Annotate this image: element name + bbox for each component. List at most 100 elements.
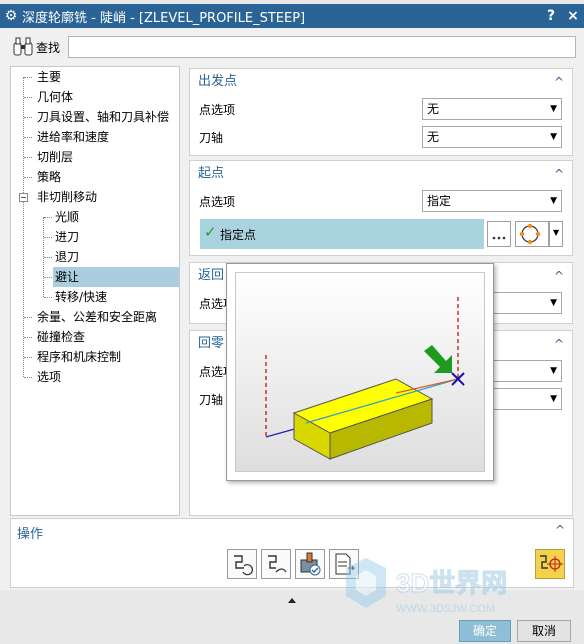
tree-item-main[interactable]: 主要 [37,67,61,87]
replay-button[interactable] [261,549,291,579]
tree-item-cut-levels[interactable]: 切削层 [37,147,73,167]
expand-triangle-icon[interactable] [286,596,298,604]
tree-item-stock-tolerance[interactable]: 余量、公差和安全距离 [37,307,157,327]
title-bar[interactable]: ⚙ 深度轮廓铣 - 陡峭 - [ZLEVEL_PROFILE_STEEP] ? … [0,4,584,28]
tree-branch [24,157,32,158]
watermark-logo: 3D世界网 WWW.3DSJW.COM [346,558,508,615]
search-input[interactable] [68,36,576,58]
watermark-text: 3D世界网 [396,568,507,598]
departure-point-option-row: 点选项 无 ▼ [190,95,572,123]
tree-item-retract[interactable]: 退刀 [55,247,79,267]
window-title: 深度轮廓铣 - 陡峭 - [ZLEVEL_PROFILE_STEEP] [22,10,306,26]
tree-branch [24,357,32,358]
chevron-down-icon: ▼ [550,104,557,114]
tree-branch [44,257,52,258]
tree-item-engage[interactable]: 进刀 [55,227,79,247]
watermark-url: WWW.3DSJW.COM [396,603,495,615]
cancel-button[interactable]: 取消 [517,620,571,642]
point-option-label: 点选项 [199,103,236,117]
tree-item-smoothing[interactable]: 光顺 [55,207,79,227]
search-label: 查找 [36,40,61,55]
select-value: 无 [427,130,440,144]
navigation-tree: 主要 几何体 刀具设置、轴和刀具补偿 进给率和速度 切削层 策略 − 非切削移动… [10,66,180,516]
tree-item-transfer-rapid[interactable]: 转移/快速 [55,287,107,307]
tree-branch [24,117,32,118]
tree-branch [44,297,52,298]
collapse-caret-icon[interactable]: ^ [554,331,564,357]
tree-branch [24,77,32,78]
departure-point-option-select[interactable]: 无 ▼ [422,98,562,120]
tree-item-strategy[interactable]: 策略 [37,167,61,187]
collapse-icon[interactable]: − [19,193,28,202]
tree-branch [24,177,32,178]
point-option-label: 点选项 [199,195,236,209]
specify-point-row[interactable]: ✓ 指定点 [200,219,484,249]
generate-toolpath-icon [234,555,253,576]
chevron-down-icon: ▼ [550,298,557,308]
departure-tool-axis-select[interactable]: 无 ▼ [422,126,562,148]
tool-axis-label: 刀轴 [199,131,224,145]
verify-button[interactable] [295,549,325,579]
tree-branch [44,237,52,238]
specify-point-label: 指定点 [220,228,257,242]
binoculars-icon [13,37,33,56]
select-value: 无 [427,102,440,116]
verify-toolpath-icon [300,552,321,576]
inferred-point-button[interactable] [515,221,549,247]
departure-point-panel: 出发点 ^ 点选项 无 ▼ 刀轴 无 ▼ [189,68,573,156]
replay-toolpath-icon [268,555,287,573]
ok-button[interactable]: 确定 [459,620,511,642]
tree-item-program-machine-control[interactable]: 程序和机床控制 [37,347,121,367]
chevron-down-icon: ▼ [550,366,557,376]
tree-item-tool-settings[interactable]: 刀具设置、轴和刀具补偿 [37,107,169,127]
preview-image [235,272,485,472]
tree-branch [24,317,32,318]
return-point-title: 返回 [198,268,225,283]
start-point-option-select[interactable]: 指定 ▼ [422,190,562,212]
chevron-down-icon: ▼ [550,394,557,404]
tree-item-options[interactable]: 选项 [37,367,61,387]
departure-point-header[interactable]: 出发点 ^ [190,69,572,95]
dots-icon [492,236,506,240]
chevron-down-icon: ▼ [550,196,557,206]
checkmark-icon: ✓ [204,223,217,241]
select-value: 指定 [427,194,452,208]
start-point-title: 起点 [198,166,225,181]
preview-tooltip [226,263,494,481]
search-row: 查找 [0,30,584,64]
tree-item-feeds-speeds[interactable]: 进给率和速度 [37,127,109,147]
tree-branch [24,97,32,98]
collapse-caret-icon[interactable]: ^ [555,523,565,537]
help-button[interactable]: ? [540,8,562,24]
tree-item-non-cutting-moves[interactable]: 非切削移动 [37,187,97,207]
tree-item-geometry[interactable]: 几何体 [37,87,73,107]
tree-branch [44,217,52,218]
start-point-panel: 起点 ^ 点选项 指定 ▼ ✓ 指定点 ▼ [189,160,573,256]
gear-icon[interactable]: ⚙ [0,8,22,24]
departure-tool-axis-row: 刀轴 无 ▼ [190,123,572,151]
block-point-illustration [265,297,465,460]
collapse-caret-icon[interactable]: ^ [554,161,564,187]
close-button[interactable]: × [562,8,584,24]
tree-branch [24,137,32,138]
collapse-caret-icon[interactable]: ^ [554,263,564,289]
generate-button[interactable] [227,549,257,579]
tool-axis-label: 刀轴 [199,393,224,407]
collapse-caret-icon[interactable]: ^ [554,69,564,95]
operation-title: 操作 [17,527,44,542]
inferred-point-dropdown[interactable]: ▼ [549,221,563,247]
chevron-down-icon: ▼ [550,132,557,142]
home-point-title: 回零 [198,336,225,351]
tree-branch [44,277,52,278]
inferred-point-icon [519,223,541,245]
chevron-down-icon: ▼ [553,228,560,237]
point-dialog-button[interactable] [487,221,511,247]
start-point-option-row: 点选项 指定 ▼ [190,187,572,215]
start-point-header[interactable]: 起点 ^ [190,161,572,187]
tree-item-collision-check[interactable]: 碰撞检查 [37,327,85,347]
tree-item-avoidance[interactable]: 避让 [55,267,79,287]
tree-branch [24,337,32,338]
tree-branch [24,377,32,378]
departure-point-title: 出发点 [198,74,238,89]
tree-guide-line [23,77,24,377]
